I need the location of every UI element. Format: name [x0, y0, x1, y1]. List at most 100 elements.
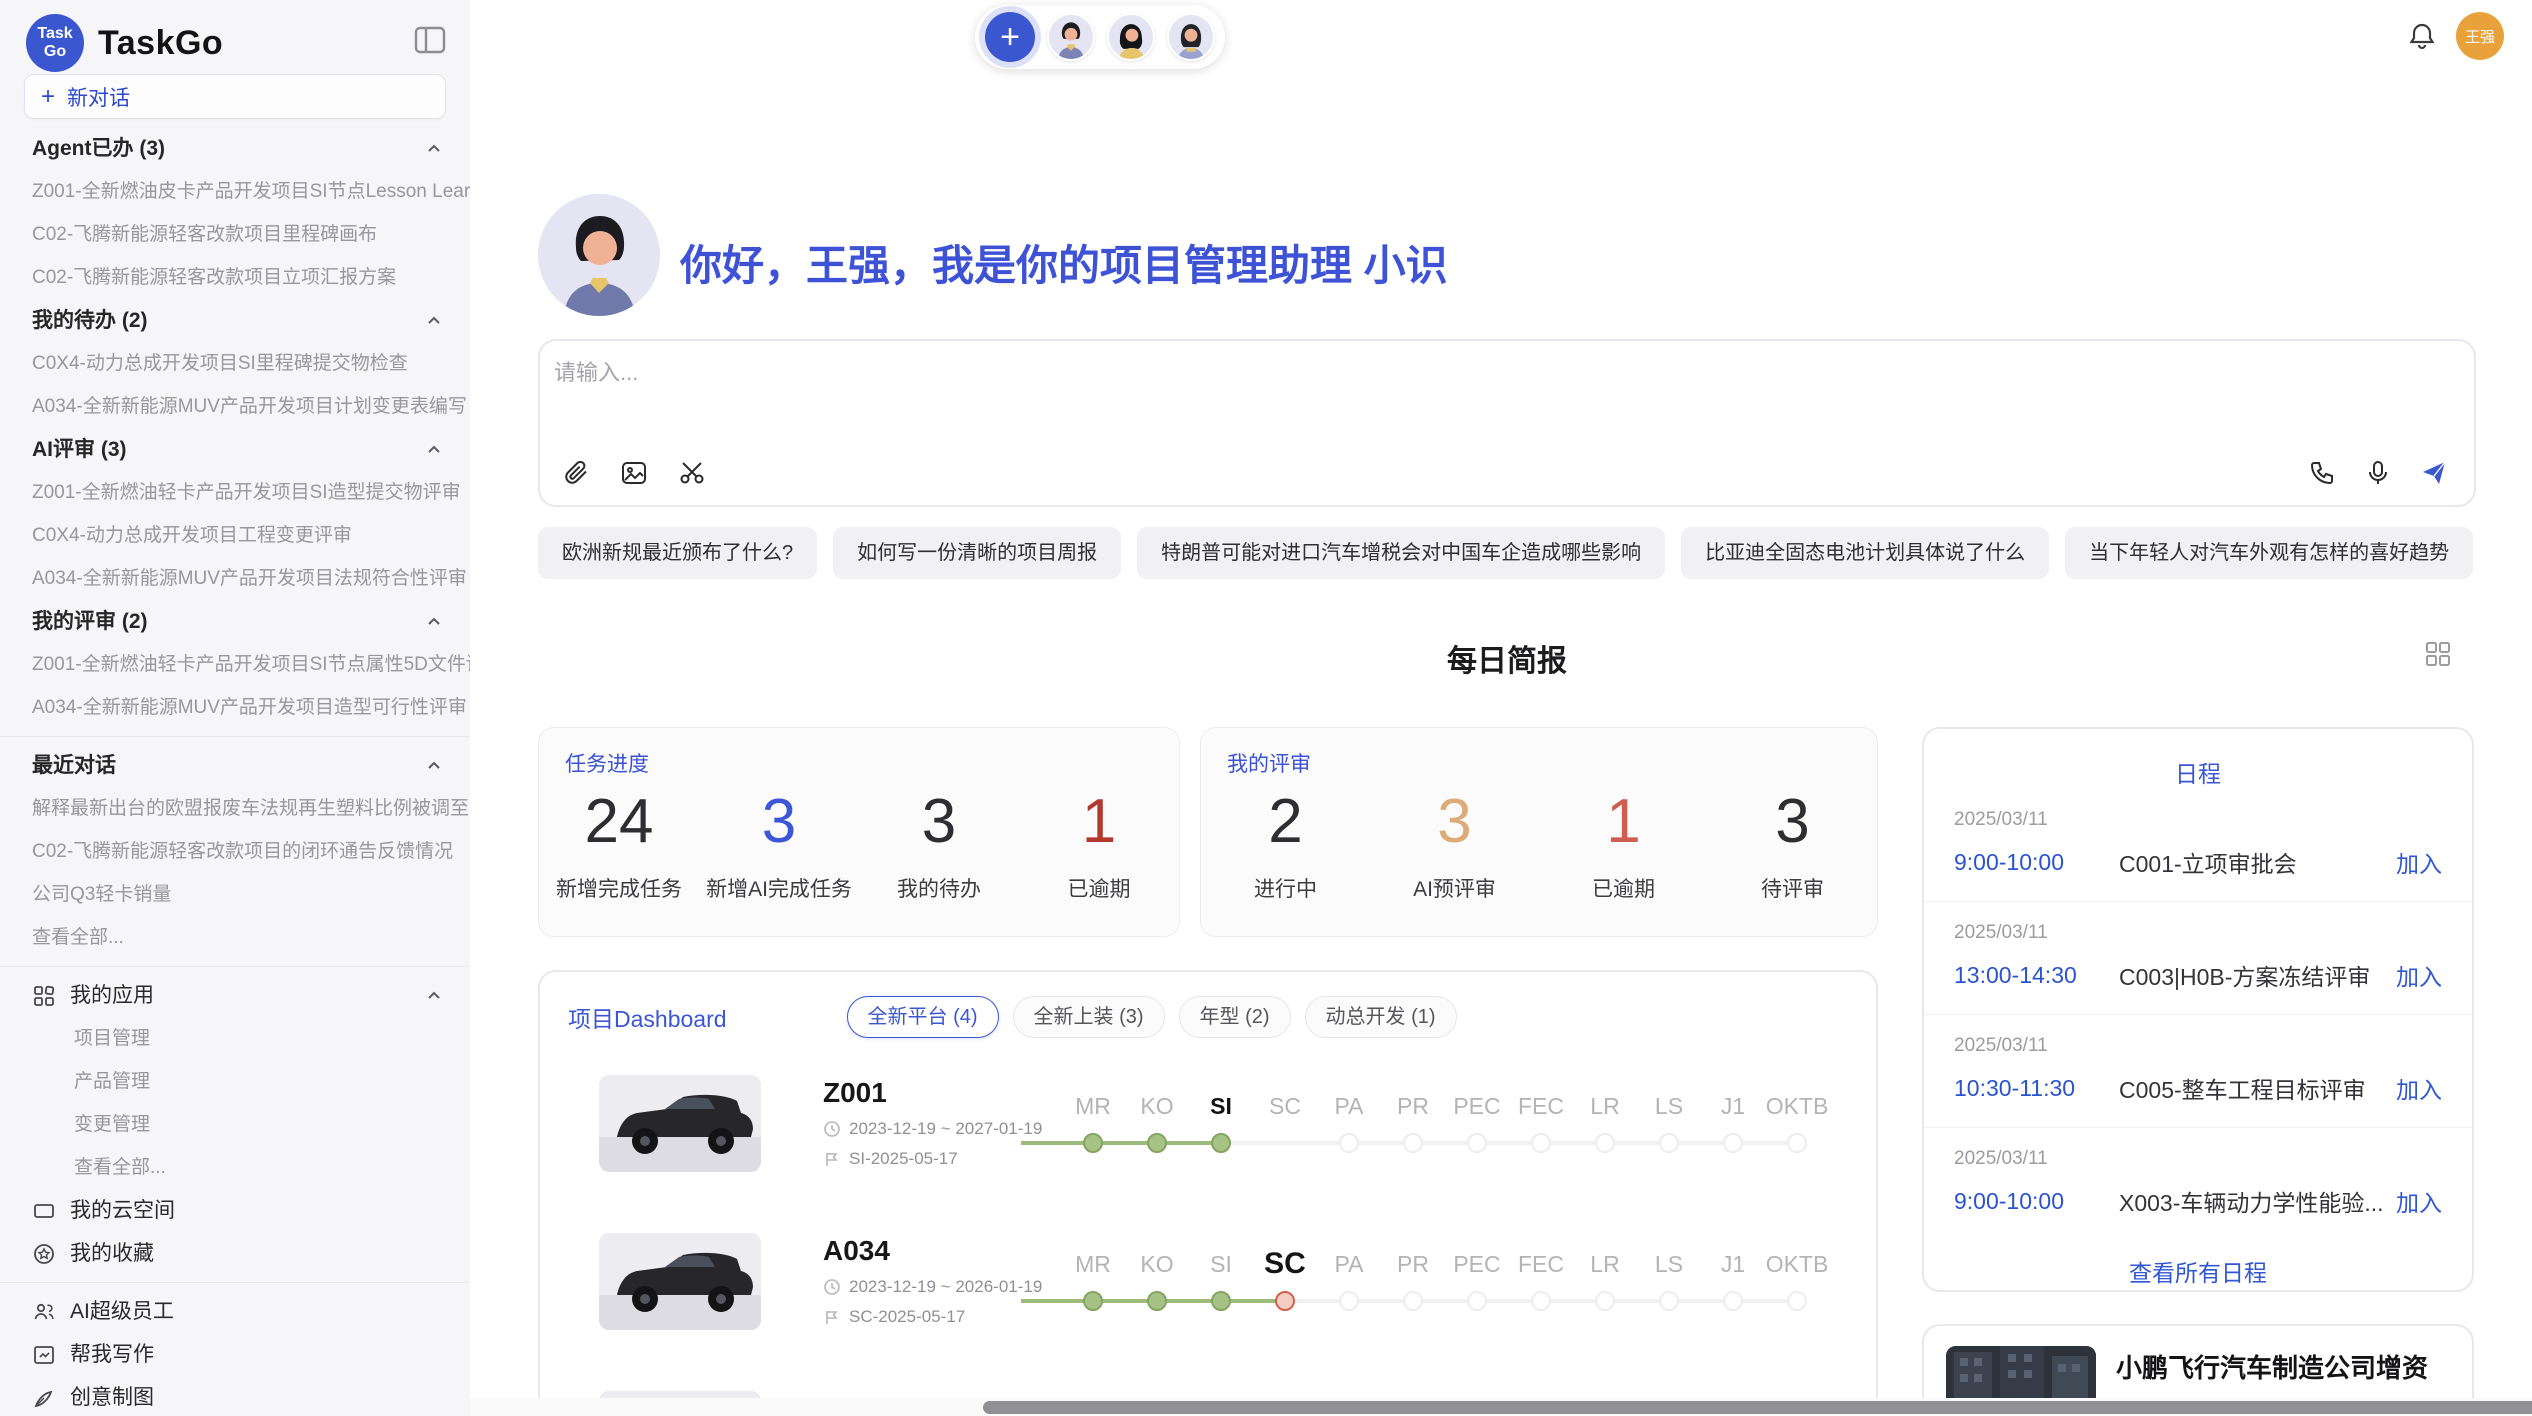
tab-new-body[interactable]: 全新上装 (3): [1013, 996, 1165, 1038]
notification-bell-icon[interactable]: [2406, 20, 2438, 52]
stat: 24新增完成任务: [539, 786, 699, 903]
sidebar-task-item[interactable]: C02-飞腾新能源轻客改款项目里程碑画布: [0, 213, 470, 256]
chevron-up-icon[interactable]: [426, 614, 442, 630]
sidebar-task-item[interactable]: C0X4-动力总成开发项目SI里程碑提交物检查: [0, 342, 470, 385]
chevron-up-icon[interactable]: [426, 758, 442, 774]
layout-grid-icon[interactable]: [2424, 640, 2452, 668]
tab-powertrain[interactable]: 动总开发 (1): [1305, 996, 1457, 1038]
project-dashboard-card: 项目Dashboard 全新平台 (4) 全新上装 (3) 年型 (2) 动总开…: [538, 970, 1878, 1416]
milestone: OKTB: [1765, 1086, 1829, 1160]
milestone: OKTB: [1765, 1244, 1829, 1318]
apps-view-all[interactable]: 查看全部...: [0, 1146, 470, 1189]
join-button[interactable]: 加入: [2396, 958, 2442, 992]
section-label: AI评审 (3): [32, 438, 127, 461]
section-header-my-todo[interactable]: 我的待办 (2): [0, 299, 470, 342]
sidebar-task-item[interactable]: A034-全新新能源MUV产品开发项目法规符合性评审: [0, 557, 470, 600]
chat-input[interactable]: [554, 355, 2254, 415]
milestone: KO: [1125, 1244, 1189, 1318]
assistant-avatar[interactable]: [1047, 13, 1095, 61]
stat-value: 2: [1201, 786, 1370, 857]
horizontal-scrollbar-thumb[interactable]: [983, 1401, 2532, 1414]
add-assistant-button[interactable]: +: [985, 12, 1035, 62]
event-name: C003|H0B-方案冻结评审: [2119, 958, 2396, 992]
project-row[interactable]: 王强 Z001 2023-12-19 ~ 2027-01-19 SI-2025-…: [540, 1044, 1876, 1202]
suggestion-chip[interactable]: 特朗普可能对进口汽车增税会对中国车企造成哪些影响: [1137, 527, 1665, 579]
phone-icon[interactable]: [2308, 459, 2336, 487]
project-row[interactable]: 王强 A034 2023-12-19 ~ 2026-01-19 SC-2025-…: [540, 1202, 1876, 1360]
chevron-up-icon[interactable]: [426, 442, 442, 458]
chevron-up-icon[interactable]: [426, 988, 442, 1004]
stat-value: 1: [1539, 786, 1708, 857]
suggestion-chip[interactable]: 比亚迪全固态电池计划具体说了什么: [1681, 527, 2049, 579]
suggestion-chip[interactable]: 欧洲新规最近颁布了什么?: [538, 527, 817, 579]
sidebar-task-item[interactable]: A034-全新新能源MUV产品开发项目计划变更表编写: [0, 385, 470, 428]
milestone-label: LS: [1637, 1086, 1701, 1126]
attachment-icon[interactable]: [562, 459, 590, 487]
sidebar-task-item[interactable]: C02-飞腾新能源轻客改款项目立项汇报方案: [0, 256, 470, 299]
new-chat-button[interactable]: + 新对话: [24, 74, 446, 119]
user-avatar[interactable]: 王强: [2456, 12, 2504, 60]
sidebar-task-item[interactable]: Z001-全新燃油皮卡产品开发项目SI节点Lesson Learn报告: [0, 170, 470, 213]
app-item-project-mgmt[interactable]: 项目管理: [0, 1017, 470, 1060]
microphone-icon[interactable]: [2364, 459, 2392, 487]
milestone: SC: [1253, 1086, 1317, 1160]
milestone-label: FEC: [1509, 1244, 1573, 1284]
project-info: Z001 2023-12-19 ~ 2027-01-19 SI-2025-05-…: [823, 1077, 1061, 1169]
image-icon[interactable]: [620, 459, 648, 487]
send-icon[interactable]: [2420, 459, 2448, 487]
join-button[interactable]: 加入: [2396, 1184, 2442, 1218]
milestone-dot: [1723, 1291, 1743, 1311]
sidebar-task-item[interactable]: A034-全新新能源MUV产品开发项目造型可行性评审: [0, 686, 470, 729]
quill-icon: [32, 1386, 56, 1410]
recent-chat-item[interactable]: 解释最新出台的欧盟报废车法规再生塑料比例被调至15%...: [0, 787, 470, 830]
briefing-title: 每日简报: [538, 636, 2476, 680]
sidebar-item-write-helper[interactable]: 帮我写作: [0, 1333, 470, 1376]
sidebar-task-item[interactable]: Z001-全新燃油轻卡产品开发项目SI造型提交物评审: [0, 471, 470, 514]
recent-view-all[interactable]: 查看全部...: [0, 916, 470, 959]
sidebar-item-favorites[interactable]: 我的收藏: [0, 1232, 470, 1275]
news-title: 小鹏飞行汽车制造公司增资: [2116, 1348, 2428, 1385]
assistant-avatar[interactable]: [1107, 13, 1155, 61]
recent-chat-item[interactable]: C02-飞腾新能源轻客改款项目的闭环通告反馈情况: [0, 830, 470, 873]
milestone-dot: [1531, 1133, 1551, 1153]
sidebar-list: Agent已办 (3) Z001-全新燃油皮卡产品开发项目SI节点Lesson …: [0, 127, 470, 1416]
assistant-switcher: +: [975, 5, 1225, 69]
horizontal-scrollbar-track[interactable]: [470, 1398, 2532, 1416]
milestone: LR: [1573, 1244, 1637, 1318]
sidebar-item-my-apps[interactable]: 我的应用: [0, 974, 470, 1017]
tab-new-platform[interactable]: 全新平台 (4): [847, 996, 999, 1038]
scissors-icon[interactable]: [678, 459, 706, 487]
section-header-ai-review[interactable]: AI评审 (3): [0, 428, 470, 471]
stat: 1已逾期: [1019, 786, 1179, 903]
sidebar-task-item[interactable]: C0X4-动力总成开发项目工程变更评审: [0, 514, 470, 557]
milestone-label: PR: [1381, 1086, 1445, 1126]
event-time: 13:00-14:30: [1954, 962, 2119, 989]
join-button[interactable]: 加入: [2396, 845, 2442, 879]
greeting-text: 你好，王强，我是你的项目管理助理 小识: [680, 232, 1448, 293]
sidebar-item-ai-staff[interactable]: AI超级员工: [0, 1290, 470, 1333]
tab-model-year[interactable]: 年型 (2): [1179, 996, 1291, 1038]
app-item-product-mgmt[interactable]: 产品管理: [0, 1060, 470, 1103]
stat: 3AI预评审: [1370, 786, 1539, 903]
app-item-change-mgmt[interactable]: 变更管理: [0, 1103, 470, 1146]
sidebar-task-item[interactable]: Z001-全新燃油轻卡产品开发项目SI节点属性5D文件评审: [0, 643, 470, 686]
section-header-recent-chats[interactable]: 最近对话: [0, 744, 470, 787]
assistant-avatar[interactable]: [1167, 13, 1215, 61]
sidebar-item-cloud-space[interactable]: 我的云空间: [0, 1189, 470, 1232]
stat-label: 待评审: [1708, 873, 1877, 903]
join-button[interactable]: 加入: [2396, 1071, 2442, 1105]
chevron-up-icon[interactable]: [426, 313, 442, 329]
section-header-my-review[interactable]: 我的评审 (2): [0, 600, 470, 643]
section-header-agent-done[interactable]: Agent已办 (3): [0, 127, 470, 170]
project-car-image: 王强: [599, 1233, 761, 1330]
chat-input-card: [538, 339, 2476, 507]
milestone-timeline: MR KO SI SC PA PR PEC FEC LR LS J1 OKTB: [1061, 1086, 1829, 1160]
view-all-schedule-link[interactable]: 查看所有日程: [1924, 1254, 2472, 1288]
chevron-up-icon[interactable]: [426, 141, 442, 157]
suggestion-chip[interactable]: 当下年轻人对汽车外观有怎样的喜好趋势: [2065, 527, 2473, 579]
recent-chat-item[interactable]: 公司Q3轻卡销量: [0, 873, 470, 916]
sidebar-item-creative-draw[interactable]: 创意制图: [0, 1376, 470, 1416]
event-name: C005-整车工程目标评审: [2119, 1071, 2396, 1105]
sidebar-collapse-icon[interactable]: [414, 26, 446, 54]
suggestion-chip[interactable]: 如何写一份清晰的项目周报: [833, 527, 1121, 579]
